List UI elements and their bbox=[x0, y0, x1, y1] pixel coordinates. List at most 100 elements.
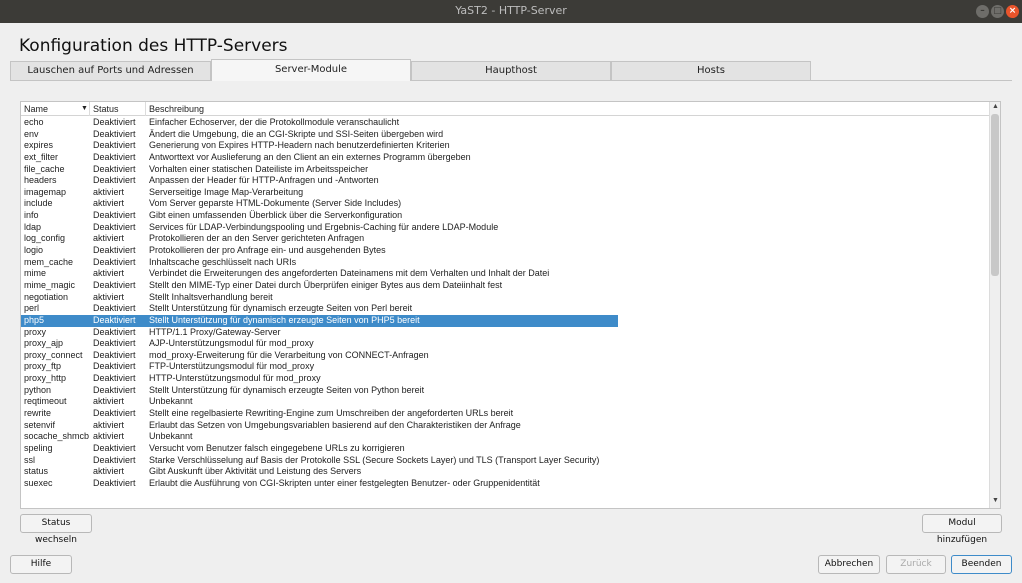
table-row[interactable]: info Deaktiviert Gibt einen umfassenden Üb… bbox=[21, 210, 989, 222]
module-name: mime bbox=[24, 268, 46, 279]
table-row[interactable]: env Deaktiviert Ändert die Umgebung, die a… bbox=[21, 129, 989, 141]
module-description: Gibt einen umfassenden Überblick über di… bbox=[149, 210, 403, 221]
module-description: HTTP-Unterstützungsmodul für mod_proxy bbox=[149, 373, 321, 384]
modules-table[interactable]: Name ▼ Status Beschreibung echo Deaktivie… bbox=[20, 101, 1001, 509]
module-status: Deaktiviert bbox=[93, 117, 136, 127]
table-row[interactable]: status aktiviert Gibt Auskunft über Aktivi… bbox=[21, 466, 989, 478]
module-description: Vom Server geparste HTML-Dokumente (Serv… bbox=[149, 198, 402, 209]
table-row[interactable]: negotiation aktiviert Stellt Inhaltsverhan… bbox=[21, 292, 989, 304]
module-name: headers bbox=[24, 175, 57, 186]
finish-button[interactable]: Beenden bbox=[951, 555, 1012, 574]
table-row[interactable]: python Deaktiviert Stellt Unterstützung fü… bbox=[21, 385, 989, 397]
module-description: HTTP/1.1 Proxy/Gateway-Server bbox=[149, 326, 281, 337]
table-row[interactable]: echo Deaktiviert Einfacher Echoserver, der… bbox=[21, 117, 989, 129]
module-description: Generierung von Expires HTTP-Headern nac… bbox=[149, 140, 450, 151]
tab-hosts[interactable]: Hosts bbox=[611, 61, 811, 80]
module-status: Deaktiviert bbox=[93, 256, 136, 267]
help-button[interactable]: Hilfe bbox=[10, 555, 72, 574]
sort-down-icon: ▼ bbox=[81, 105, 88, 112]
table-row[interactable]: suexec Deaktiviert Erlaubt die Ausführung … bbox=[21, 478, 989, 490]
module-status: Deaktiviert bbox=[93, 140, 136, 151]
back-button[interactable]: Zurück bbox=[886, 555, 946, 574]
close-button[interactable]: × bbox=[1006, 5, 1019, 18]
minimize-button[interactable]: – bbox=[976, 5, 989, 18]
table-row[interactable]: expires Deaktiviert Generierung von Expire… bbox=[21, 140, 989, 152]
module-status: Deaktiviert bbox=[93, 314, 136, 325]
table-row[interactable]: rewrite Deaktiviert Stellt eine regelbasie… bbox=[21, 408, 989, 420]
module-status: aktiviert bbox=[93, 466, 125, 477]
module-status: Deaktiviert bbox=[93, 221, 136, 232]
cancel-button[interactable]: Abbrechen bbox=[818, 555, 880, 574]
column-header-status[interactable]: Status bbox=[90, 102, 146, 116]
add-module-button[interactable]: Modul hinzufügen bbox=[922, 514, 1002, 545]
table-row[interactable]: headers Deaktiviert Anpassen der Header fü… bbox=[21, 175, 989, 187]
module-name: proxy bbox=[24, 326, 47, 337]
module-name: ext_filter bbox=[24, 151, 59, 162]
module-description: Inhaltscache geschlüsselt nach URIs bbox=[149, 256, 297, 267]
maximize-button[interactable]: □ bbox=[991, 5, 1004, 18]
module-status: Deaktiviert bbox=[93, 442, 136, 453]
table-row[interactable]: perl Deaktiviert Stellt Unterstützung für … bbox=[21, 303, 989, 315]
scroll-down-icon[interactable]: ▼ bbox=[992, 497, 999, 504]
table-row[interactable]: file_cache Deaktiviert Vorhalten einer sta… bbox=[21, 164, 989, 176]
table-row[interactable]: ldap Deaktiviert Services für LDAP-Verbind… bbox=[21, 222, 989, 234]
table-row[interactable]: mime_magic Deaktiviert Stellt den MIME-Typ… bbox=[21, 280, 989, 292]
module-status: aktiviert bbox=[93, 186, 125, 197]
module-name: imagemap bbox=[24, 186, 67, 197]
module-description: Serverseitige Image Map-Verarbeitung bbox=[149, 186, 304, 197]
module-description: Erlaubt das Setzen von Umgebungsvariable… bbox=[149, 419, 521, 430]
module-description: Einfacher Echoserver, der die Protokollm… bbox=[149, 117, 400, 127]
module-description: Services für LDAP-Verbindungspooling und… bbox=[149, 221, 499, 232]
tab-main-host[interactable]: Haupthost bbox=[411, 61, 611, 80]
module-name: proxy_connect bbox=[24, 349, 83, 360]
table-row[interactable]: speling Deaktiviert Versucht vom Benutzer … bbox=[21, 443, 989, 455]
table-row[interactable]: mime aktiviert Verbindet die Erweiterungen… bbox=[21, 268, 989, 280]
table-row[interactable]: proxy Deaktiviert HTTP/1.1 Proxy/Gateway-S… bbox=[21, 327, 989, 339]
module-name: socache_shmcb bbox=[24, 431, 90, 442]
table-row[interactable]: ssl Deaktiviert Starke Verschlüsselung auf… bbox=[21, 455, 989, 467]
module-name: proxy_http bbox=[24, 373, 67, 384]
column-header-name-label: Name bbox=[24, 104, 49, 114]
toggle-status-button[interactable]: Status wechseln bbox=[20, 514, 92, 545]
table-row[interactable]: log_config aktiviert Protokollieren der an… bbox=[21, 233, 989, 245]
module-name: info bbox=[24, 210, 39, 221]
module-name: rewrite bbox=[24, 408, 52, 419]
scroll-up-icon[interactable]: ▲ bbox=[992, 103, 999, 110]
tab-server-modules[interactable]: Server-Module bbox=[211, 59, 411, 81]
module-name: python bbox=[24, 384, 52, 395]
table-row[interactable]: proxy_ftp Deaktiviert FTP-Unterstützungsmo… bbox=[21, 361, 989, 373]
column-header-description[interactable]: Beschreibung bbox=[146, 102, 989, 116]
table-row[interactable]: reqtimeout aktiviert Unbekannt bbox=[21, 396, 989, 408]
module-name: file_cache bbox=[24, 163, 65, 174]
module-description: Stellt Inhaltsverhandlung bereit bbox=[149, 291, 273, 302]
module-description: Anpassen der Header für HTTP-Anfragen un… bbox=[149, 175, 379, 186]
column-header-name[interactable]: Name ▼ bbox=[21, 102, 90, 116]
table-scrollbar[interactable]: ▲ ▼ bbox=[989, 102, 1000, 508]
module-name: logio bbox=[24, 245, 44, 256]
table-row[interactable]: mem_cache Deaktiviert Inhaltscache geschlü… bbox=[21, 257, 989, 269]
table-row[interactable]: socache_shmcb aktiviert Unbekannt bbox=[21, 431, 989, 443]
minimize-icon: – bbox=[980, 6, 985, 16]
close-icon: × bbox=[1008, 6, 1017, 16]
table-row[interactable]: proxy_connect Deaktiviert mod_proxy-Erweit… bbox=[21, 350, 989, 362]
table-row[interactable]: logio Deaktiviert Protokollieren der pro A… bbox=[21, 245, 989, 257]
module-description: Stellt Unterstützung für dynamisch erzeu… bbox=[149, 303, 413, 314]
table-row[interactable]: include aktiviert Vom Server geparste HTML… bbox=[21, 198, 989, 210]
module-name: status bbox=[24, 466, 49, 477]
module-status: aktiviert bbox=[93, 268, 125, 279]
module-description: Gibt Auskunft über Aktivität und Leistun… bbox=[149, 466, 362, 477]
table-row[interactable]: proxy_ajp Deaktiviert AJP-Unterstützungsmo… bbox=[21, 338, 989, 350]
module-name: suexec bbox=[24, 477, 53, 488]
table-row[interactable]: proxy_http Deaktiviert HTTP-Unterstützungs… bbox=[21, 373, 989, 385]
table-row[interactable]: php5 Deaktiviert Stellt Unterstützung für … bbox=[21, 314, 618, 327]
table-row[interactable]: ext_filter Deaktiviert Antworttext vor Aus… bbox=[21, 152, 989, 164]
module-name: reqtimeout bbox=[24, 396, 67, 407]
table-row[interactable]: imagemap aktiviert Serverseitige Image Map… bbox=[21, 187, 989, 199]
module-status: Deaktiviert bbox=[93, 128, 136, 139]
module-description: Starke Verschlüsselung auf Basis der Pro… bbox=[149, 454, 600, 465]
table-row[interactable]: setenvif aktiviert Erlaubt das Setzen von … bbox=[21, 420, 989, 432]
tab-ports-addresses[interactable]: Lauschen auf Ports und Adressen bbox=[10, 61, 211, 80]
scrollbar-thumb[interactable] bbox=[991, 114, 999, 276]
module-name: expires bbox=[24, 140, 54, 151]
module-description: Protokollieren der an den Server gericht… bbox=[149, 233, 365, 244]
